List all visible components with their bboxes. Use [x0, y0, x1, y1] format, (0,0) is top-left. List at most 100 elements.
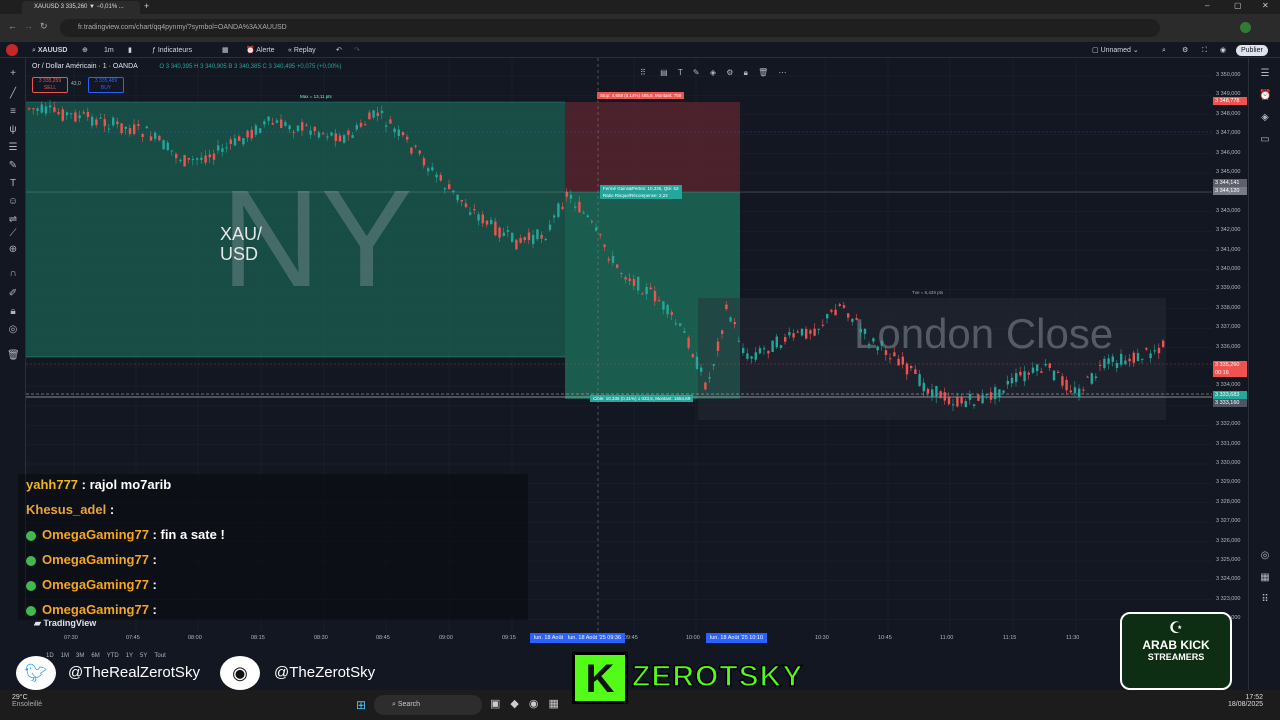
target-icon[interactable]: ◎	[1259, 550, 1271, 562]
snapshot-icon[interactable]: ◉	[1220, 45, 1226, 56]
magnet-icon[interactable]: ∩	[7, 268, 19, 280]
candle-body	[1065, 379, 1068, 391]
minimize-icon[interactable]: –	[1205, 1, 1209, 10]
settings-icon[interactable]: ⚙	[726, 68, 733, 77]
stay-drawing-icon[interactable]: ✐	[7, 288, 19, 300]
candle-body	[103, 119, 106, 127]
user-avatar[interactable]	[6, 44, 18, 56]
undo-icon[interactable]: ↶	[336, 45, 342, 56]
candle-body	[834, 309, 837, 316]
drag-handle-icon[interactable]: ⠿	[640, 68, 646, 77]
chat-text: :	[148, 602, 157, 617]
patterns-icon[interactable]: ☺	[7, 196, 19, 208]
forecast-icon[interactable]: ⇌	[7, 214, 19, 226]
horizontal-lines-icon[interactable]: ≡	[7, 106, 19, 118]
candle-body	[926, 388, 930, 394]
lock-icon[interactable]: 🔒︎	[7, 306, 19, 318]
new-tab-icon[interactable]: +	[144, 1, 149, 11]
trendline-icon[interactable]: ╱	[7, 88, 19, 100]
text-color-icon[interactable]: T	[678, 68, 683, 77]
line-color-icon[interactable]: ✎	[693, 68, 700, 77]
candle-body	[414, 145, 417, 147]
symbol-search[interactable]: ⌕ XAUUSD	[32, 45, 67, 56]
candle-body	[280, 119, 283, 128]
stream-chat: yahh777 : rajol mo7arib Khesus_adel : Ome…	[18, 474, 528, 620]
redo-icon[interactable]: ↷	[354, 45, 360, 56]
candle-body	[351, 135, 354, 138]
alerts-icon[interactable]: ⏰	[1259, 90, 1271, 102]
template-icon[interactable]: ▤	[660, 68, 668, 77]
candle-body	[309, 130, 312, 135]
candle-body	[960, 397, 963, 404]
candle-body	[1128, 358, 1131, 362]
candle-body	[771, 340, 774, 352]
candle-body	[44, 106, 48, 114]
candle-body	[910, 365, 913, 369]
candle-body	[250, 129, 253, 139]
chart-type-icon[interactable]: ▮	[128, 45, 132, 56]
fill-color-icon[interactable]: ◈	[710, 68, 716, 77]
lock-icon[interactable]: 🔒︎	[744, 68, 748, 77]
maximize-icon[interactable]: ▢	[1234, 1, 1242, 10]
windows-start-icon[interactable]: ⊞	[356, 698, 366, 712]
candle-body	[544, 238, 547, 241]
zoom-icon[interactable]: ⊕	[7, 244, 19, 256]
calendar-icon[interactable]: ▦	[1259, 572, 1271, 584]
price-tick: 3 340,000	[1216, 266, 1241, 272]
more-icon[interactable]: ⋯	[779, 68, 787, 77]
fullscreen-icon[interactable]: ⛶	[1202, 45, 1207, 56]
time-axis[interactable]: 07:30 07:45 08:00 08:15 08:30 08:45 09:00 09:15…	[26, 632, 1212, 646]
candle-body	[305, 124, 308, 126]
system-clock[interactable]: 17:52 18/08/2025	[1228, 694, 1263, 708]
weather-widget[interactable]: 29°C Ensoleillé	[12, 694, 42, 708]
url-field[interactable]: fr.tradingview.com/chart/qq4pynmy/?symbo…	[60, 19, 1160, 37]
templates-icon[interactable]: ▦	[222, 45, 229, 56]
add-symbol-icon[interactable]: ⊕	[82, 45, 88, 56]
fib-icon[interactable]: ☰	[7, 142, 19, 154]
candle-body	[313, 126, 316, 132]
buy-button[interactable]: 3 335,489 BUY	[88, 77, 124, 93]
price-tick: 3 330,000	[1216, 460, 1241, 466]
chat-icon[interactable]: ▭	[1259, 134, 1271, 146]
candle-body	[548, 224, 552, 230]
time-tick: 08:15	[251, 635, 265, 641]
publish-button[interactable]: Publier	[1236, 45, 1268, 56]
browser-tab[interactable]: XAUUSD 3 335,260 ▼ −0,01% ...	[22, 1, 140, 14]
candle-body	[817, 328, 820, 330]
crosshair-icon[interactable]: +	[7, 68, 19, 80]
close-icon[interactable]: ✕	[1262, 1, 1269, 10]
trash-icon[interactable]: 🗑︎	[7, 350, 20, 362]
candle-body	[78, 115, 81, 119]
search-icon[interactable]: ⌕	[1162, 45, 1166, 56]
profile-avatar[interactable]	[1240, 22, 1251, 33]
candle-body	[112, 117, 115, 126]
candle-body	[792, 333, 795, 338]
alert-button[interactable]: ⏰ Alerte	[246, 45, 275, 56]
layers-icon[interactable]: ◈	[1259, 112, 1271, 124]
replay-button[interactable]: « Replay	[288, 45, 316, 56]
symbol-title[interactable]: Or / Dollar Américain · 1 · OANDA	[32, 63, 137, 70]
text-icon[interactable]: T	[7, 178, 19, 190]
interval-button[interactable]: 1m	[104, 45, 114, 56]
delete-icon[interactable]: 🗑︎	[758, 68, 768, 77]
candle-body	[317, 132, 321, 138]
price-axis[interactable]: 3 350,000 3 349,000 3 348,000 3 347,000 3 34…	[1212, 58, 1248, 632]
pitchfork-icon[interactable]: ψ	[7, 124, 19, 136]
brush-icon[interactable]: ✎	[7, 160, 19, 172]
indicators-button[interactable]: ƒ Indicateurs	[152, 45, 192, 56]
sell-button[interactable]: 3 335,259 SELL	[32, 77, 68, 93]
candle-body	[897, 358, 900, 366]
grid-icon[interactable]: ⠿	[1259, 594, 1271, 606]
watchlist-icon[interactable]: ☰	[1259, 68, 1271, 80]
taskbar-search[interactable]: ⌕ Search	[374, 695, 482, 715]
forward-icon[interactable]: →	[24, 21, 33, 31]
back-icon[interactable]: ←	[8, 21, 17, 31]
candle-body	[851, 318, 854, 322]
eye-icon[interactable]: ◎	[7, 324, 19, 336]
measure-icon[interactable]: ⟋	[7, 228, 19, 240]
reload-icon[interactable]: ↻	[40, 21, 48, 32]
settings-icon[interactable]: ⚙	[1182, 45, 1188, 56]
layout-name[interactable]: ▢ Unnamed ⌄	[1092, 45, 1139, 56]
taskbar-apps[interactable]: ▣◆◉▦	[490, 697, 569, 710]
candle-body	[334, 133, 337, 142]
